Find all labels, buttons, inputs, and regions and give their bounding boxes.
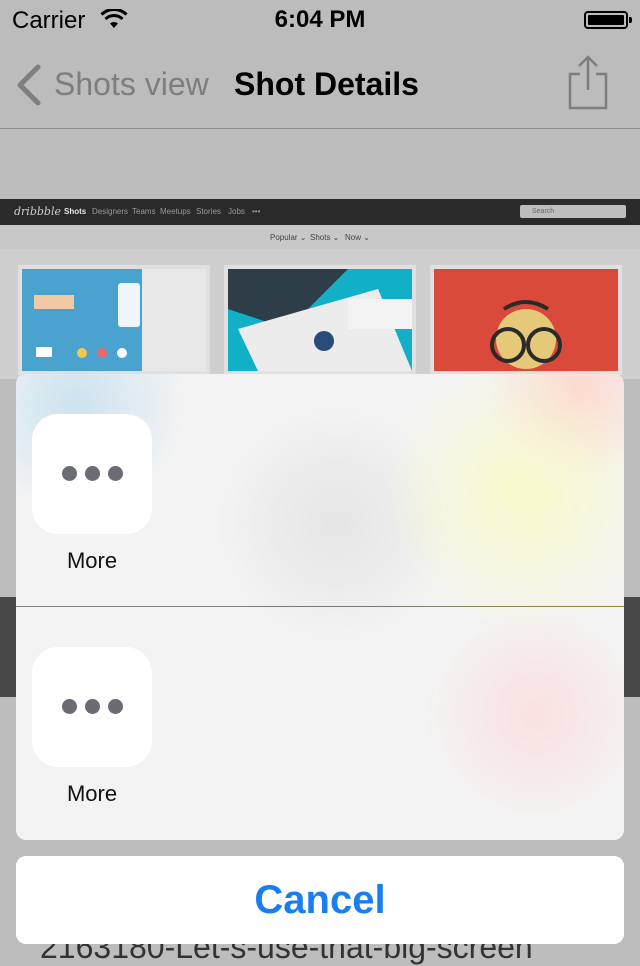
more-action-tile[interactable] bbox=[32, 647, 152, 767]
shot-card bbox=[224, 265, 416, 375]
share-row: More bbox=[16, 374, 624, 607]
shot-card bbox=[18, 265, 210, 375]
more-icon bbox=[62, 699, 124, 715]
more-action-label: More bbox=[66, 781, 118, 806]
status-bar: Carrier 6:04 PM bbox=[0, 0, 640, 40]
battery-icon bbox=[584, 11, 632, 29]
more-icon bbox=[62, 466, 124, 482]
more-action-button[interactable]: More bbox=[32, 647, 152, 807]
dribbble-search: Search bbox=[520, 205, 626, 218]
dribbble-nav-item: Shots bbox=[64, 207, 87, 216]
share-icon[interactable] bbox=[566, 54, 610, 110]
dribbble-nav-item: ••• bbox=[252, 207, 261, 216]
dribbble-logo: dribbble bbox=[14, 205, 61, 218]
page-title: Shot Details bbox=[234, 66, 419, 102]
dribbble-filter-bar: Popular ⌄ Shots ⌄ Now ⌄ bbox=[0, 225, 640, 249]
navigation-bar: Shots view Shot Details bbox=[0, 40, 640, 129]
dribbble-nav-item: Teams bbox=[132, 207, 156, 216]
dribbble-nav-item: Meetups bbox=[160, 207, 191, 216]
shot-thumbnail bbox=[434, 269, 618, 371]
shot-thumbnail bbox=[228, 269, 412, 371]
more-action-button[interactable]: More bbox=[32, 414, 152, 574]
dribbble-header: dribbble Shots Designers Teams Meetups S… bbox=[0, 199, 640, 225]
filter-popular: Popular ⌄ bbox=[270, 233, 307, 242]
more-action-label: More bbox=[66, 548, 118, 573]
filter-now: Now ⌄ bbox=[345, 233, 370, 242]
dribbble-nav-item: Stories bbox=[196, 207, 221, 216]
action-row: More bbox=[16, 607, 624, 840]
more-action-tile[interactable] bbox=[32, 414, 152, 534]
dribbble-nav-item: Designers bbox=[92, 207, 129, 216]
filter-shots: Shots ⌄ bbox=[310, 233, 340, 242]
share-action-sheet: More More bbox=[16, 374, 624, 840]
shot-preview-image: dribbble Shots Designers Teams Meetups S… bbox=[0, 199, 640, 379]
shot-card bbox=[430, 265, 622, 375]
dribbble-nav-item: Jobs bbox=[228, 207, 245, 216]
cancel-button[interactable]: Cancel bbox=[16, 856, 624, 944]
shot-thumbnail bbox=[22, 269, 206, 371]
back-chevron-icon[interactable] bbox=[14, 64, 44, 106]
clock: 6:04 PM bbox=[274, 6, 366, 33]
back-button[interactable]: Shots view bbox=[54, 66, 209, 103]
